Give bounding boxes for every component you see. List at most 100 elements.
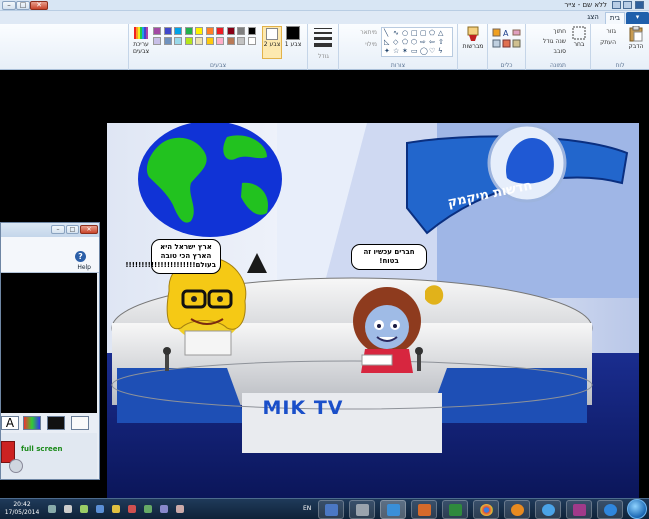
palette-swatch[interactable] (237, 27, 245, 35)
rounded-rect-shape-icon[interactable]: ▢ (420, 30, 427, 37)
star6-shape-icon[interactable]: ✶ (402, 48, 408, 55)
floating-maximize-button[interactable]: □ (66, 225, 79, 234)
palette-swatch[interactable] (247, 27, 256, 35)
fill-button[interactable]: מילוי (365, 41, 377, 48)
taskbar-excel-app[interactable] (442, 500, 468, 519)
taskbar-tool-app[interactable] (349, 500, 375, 519)
taskbar-chrome-app[interactable] (473, 500, 499, 519)
undo-icon[interactable] (612, 1, 621, 9)
palette-swatch[interactable] (247, 37, 256, 45)
language-indicator[interactable]: EN (303, 505, 311, 512)
star4-shape-icon[interactable]: ✦ (384, 48, 390, 55)
color2-button[interactable]: צבע 2 (262, 26, 282, 59)
polygon-shape-icon[interactable]: ⬠ (429, 30, 435, 37)
copy-button[interactable]: העתק (600, 39, 616, 46)
tab-file-menu[interactable]: ▾ (626, 12, 649, 24)
right-triangle-shape-icon[interactable]: ◺ (384, 39, 389, 46)
help-icon[interactable]: ? (75, 251, 86, 262)
diamond-shape-icon[interactable]: ◇ (393, 39, 398, 46)
paint-app-icon[interactable] (635, 1, 644, 9)
oval-shape-icon[interactable]: ○ (402, 30, 408, 37)
palette-swatch[interactable] (163, 27, 172, 35)
taskbar-winrar-app[interactable] (566, 500, 592, 519)
minimize-button[interactable]: – (2, 1, 16, 10)
redo-icon[interactable] (623, 1, 632, 9)
palette-swatch[interactable] (163, 37, 172, 45)
color1-button[interactable]: צבע 1 (281, 26, 305, 48)
triangle-shape-icon[interactable]: △ (438, 30, 443, 37)
palette-swatch[interactable] (153, 37, 161, 45)
film-tool-icon[interactable] (47, 416, 65, 430)
palette-swatch[interactable] (195, 27, 203, 35)
palette-swatch[interactable] (174, 27, 182, 35)
taskbar-media-app[interactable] (504, 500, 530, 519)
floating-close-button[interactable]: ✕ (80, 225, 98, 234)
brushes-button[interactable]: מברשות (460, 26, 486, 50)
slider-handle[interactable] (9, 459, 23, 473)
tray-network-icon[interactable] (80, 505, 88, 513)
tray-alert-icon[interactable] (128, 505, 136, 513)
palette-swatch[interactable] (184, 37, 193, 45)
palette-swatch[interactable] (216, 27, 224, 35)
tray-battery-icon[interactable] (144, 505, 152, 513)
taskbar-paint-app[interactable] (380, 500, 406, 519)
curve-shape-icon[interactable]: ∿ (393, 30, 399, 37)
crop-button[interactable]: חתוך (553, 28, 566, 35)
tray-volume-icon[interactable] (64, 505, 72, 513)
palette-swatch[interactable] (195, 37, 203, 45)
rect-shape-icon[interactable]: □ (411, 30, 418, 37)
size-button[interactable] (314, 28, 332, 47)
arrow-right-shape-icon[interactable]: ⇨ (420, 39, 426, 46)
system-clock[interactable]: 20:42 17/05/2014 (4, 501, 40, 517)
color-tool-icon[interactable] (23, 416, 41, 430)
palette-swatch[interactable] (205, 37, 214, 45)
star5-shape-icon[interactable]: ☆ (393, 48, 399, 55)
tray-bluetooth-icon[interactable] (160, 505, 168, 513)
close-button[interactable]: ✕ (30, 1, 48, 10)
resize-button[interactable]: שנה גודל (543, 38, 566, 45)
taskbar-ie-app[interactable] (597, 500, 623, 519)
callout-oval-shape-icon[interactable]: ◯ (420, 48, 428, 55)
taskbar-save-app[interactable] (318, 500, 344, 519)
maximize-button[interactable]: □ (16, 1, 30, 10)
tray-shield-icon[interactable] (112, 505, 120, 513)
fullscreen-button[interactable]: full screen (21, 445, 63, 453)
palette-swatch[interactable] (174, 37, 182, 45)
color-palette[interactable] (153, 27, 261, 49)
frame-tool-icon[interactable] (71, 416, 89, 430)
taskbar-slides-app[interactable] (411, 500, 437, 519)
outline-button[interactable]: מיתאר (360, 29, 377, 36)
arrow-left-shape-icon[interactable]: ⇦ (429, 39, 435, 46)
palette-swatch[interactable] (153, 27, 161, 35)
taskbar-player-app[interactable] (535, 500, 561, 519)
select-button[interactable]: בחר (570, 26, 588, 48)
floating-minimize-button[interactable]: – (51, 225, 65, 234)
palette-swatch[interactable] (226, 37, 235, 45)
palette-swatch[interactable] (226, 27, 235, 35)
heart-shape-icon[interactable]: ♡ (429, 48, 435, 55)
edit-colors-button[interactable]: עריכת צבעים (130, 26, 152, 55)
tray-app-icon[interactable] (96, 505, 104, 513)
lightning-shape-icon[interactable]: ϟ (438, 48, 443, 55)
palette-swatch[interactable] (205, 27, 214, 35)
rotate-button[interactable]: סובב (554, 48, 566, 55)
callout-shape-icon[interactable]: ▭ (411, 48, 418, 55)
cut-button[interactable]: גזור (606, 28, 616, 35)
line-shape-icon[interactable]: ╲ (384, 30, 388, 37)
hexagon-shape-icon[interactable]: ⬡ (411, 39, 417, 46)
palette-swatch[interactable] (237, 37, 245, 45)
help-label[interactable]: Help (77, 264, 91, 271)
start-button[interactable] (627, 499, 647, 519)
shapes-gallery[interactable]: ╲ ∿ ○ □ ▢ ⬠ △ ◺ ◇ ⬠ ⬡ ⇨ ⇦ ⇧ ✦ ☆ ✶ ▭ ◯ ♡ … (381, 27, 453, 57)
pentagon-shape-icon[interactable]: ⬠ (402, 39, 408, 46)
tray-misc-icon[interactable] (176, 505, 184, 513)
paste-button[interactable]: הדבק (625, 26, 647, 50)
palette-swatch[interactable] (184, 27, 193, 35)
palette-swatch[interactable] (216, 37, 224, 45)
text-tool-icon[interactable]: A (1, 416, 19, 430)
arrow-up-shape-icon[interactable]: ⇧ (438, 39, 444, 46)
tab-view[interactable]: הצג (583, 12, 603, 24)
tray-flag-icon[interactable] (48, 505, 56, 513)
tools-icons[interactable]: A (492, 28, 522, 50)
tab-home[interactable]: בית (605, 12, 625, 24)
